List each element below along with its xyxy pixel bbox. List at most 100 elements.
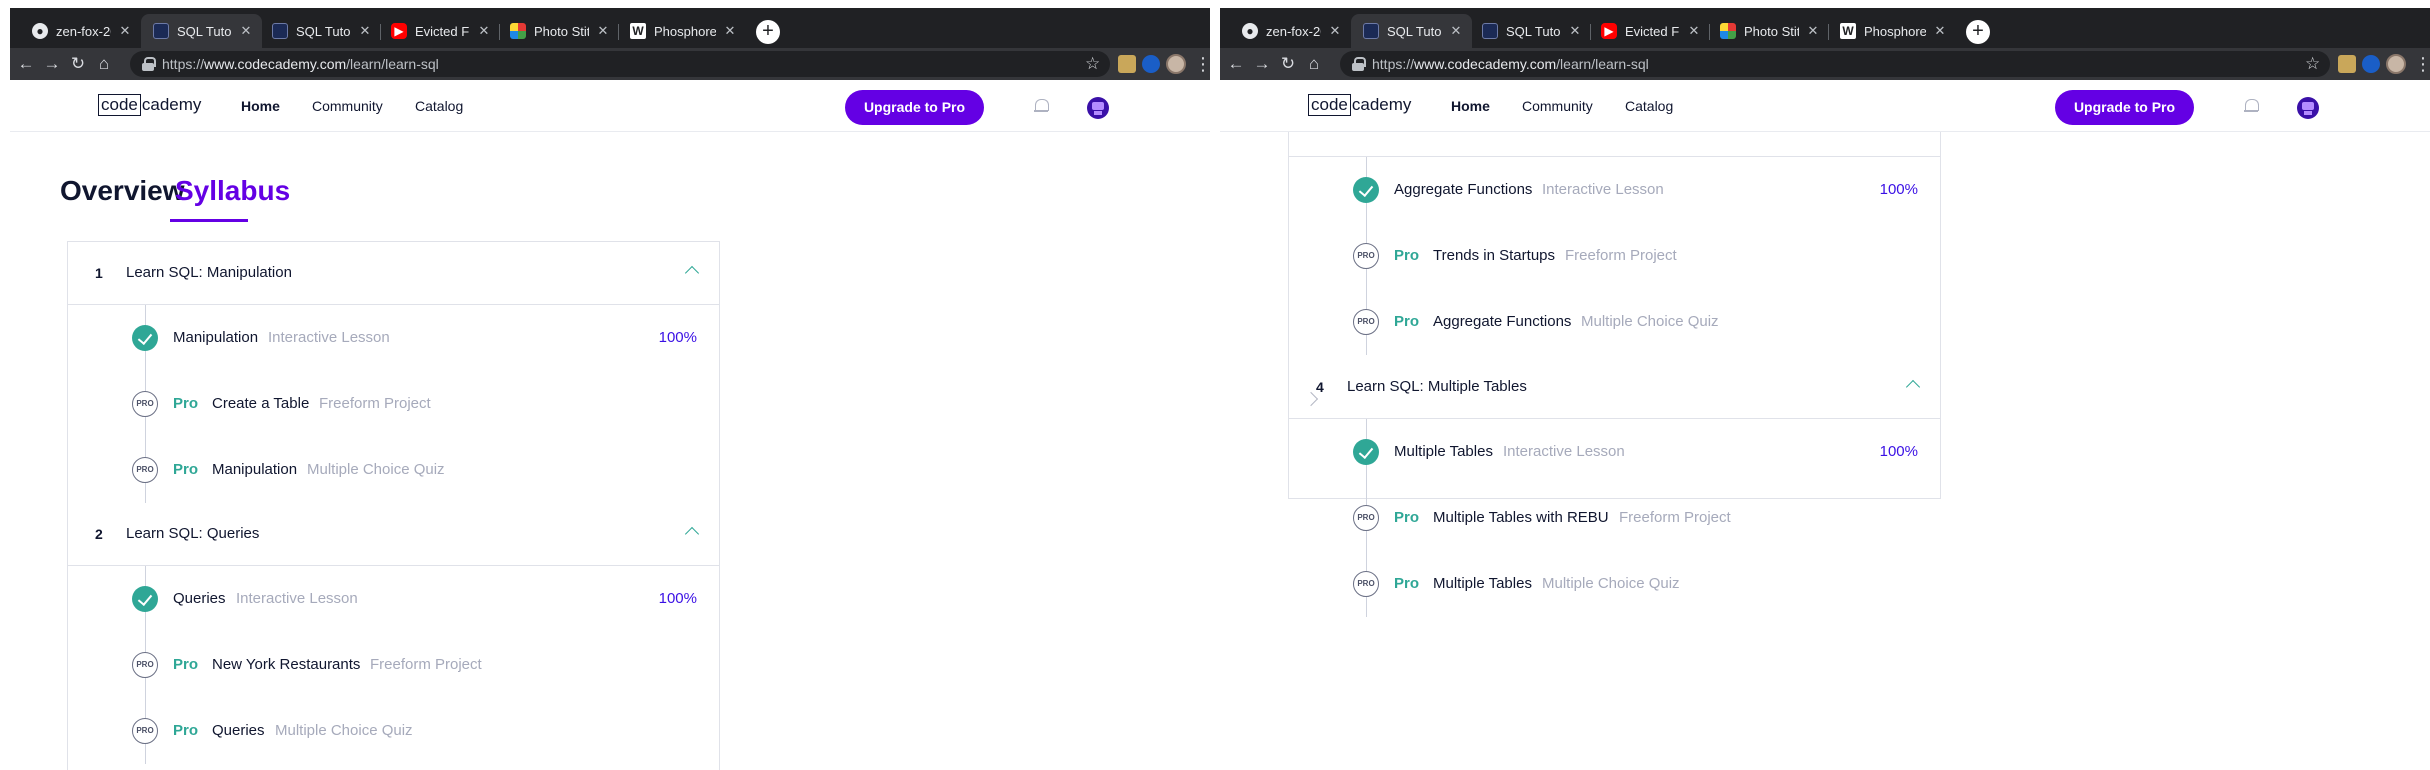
nav-catalog[interactable]: Catalog	[415, 98, 463, 114]
tab-title: Phosphorescent (band)	[654, 23, 716, 39]
address-bar[interactable]: https://www.codecademy.com/learn/learn-s…	[1340, 51, 2330, 77]
browser-tab[interactable]: SQL Tutorial: Learn SQL ✕	[1351, 14, 1472, 48]
chevron-up-icon[interactable]	[684, 526, 700, 542]
section-header[interactable]: 1 Learn SQL: Manipulation	[68, 242, 719, 305]
browser-menu-icon[interactable]: ⋮	[2414, 52, 2430, 76]
extension-icon[interactable]	[1118, 55, 1136, 73]
lesson-row[interactable]: Multiple Tables Interactive Lesson 100%	[1289, 419, 1940, 485]
section-header[interactable]: 4 Learn SQL: Multiple Tables	[1289, 356, 1940, 419]
tab-overview[interactable]: Overview	[60, 175, 185, 207]
home-icon[interactable]: ⌂	[1302, 52, 1326, 76]
lesson-type: Freeform Project	[319, 395, 431, 412]
close-tab-icon[interactable]: ✕	[1448, 23, 1464, 39]
extension-icon[interactable]	[2338, 55, 2356, 73]
browser-tab[interactable]: SQL Tutorial: Learn SQL ✕	[141, 14, 262, 48]
browser-tab[interactable]: Photo Stitching | Fotor ✕	[498, 14, 619, 48]
upgrade-to-pro-button[interactable]: Upgrade to Pro	[2055, 90, 2194, 125]
reload-icon[interactable]: ↻	[1276, 52, 1300, 76]
browser-tab[interactable]: ● zen-fox-2018/sql-code ✕	[20, 14, 141, 48]
new-tab-button[interactable]: +	[756, 20, 780, 44]
lesson-title[interactable]: Multiple Tables	[1394, 443, 1493, 460]
close-tab-icon[interactable]: ✕	[476, 23, 492, 39]
nav-catalog[interactable]: Catalog	[1625, 98, 1673, 114]
browser-tab[interactable]: W Phosphorescent (band) ✕	[1828, 14, 1956, 48]
nav-home[interactable]: Home	[241, 98, 280, 114]
logo-code: code	[1308, 94, 1351, 116]
nav-community[interactable]: Community	[1522, 98, 1593, 114]
tab-title: SQL Tutorial: Learn SQL	[296, 23, 351, 39]
address-bar[interactable]: https://www.codecademy.com/learn/learn-s…	[130, 51, 1110, 77]
lesson-title[interactable]: Manipulation	[212, 461, 297, 478]
browser-tab[interactable]: ▶ Evicted From My House ✕	[379, 14, 500, 48]
browser-menu-icon[interactable]: ⋮	[1194, 52, 1210, 76]
codecademy-logo[interactable]: code cademy	[1308, 94, 1411, 116]
section-title: Learn SQL: Queries	[126, 525, 260, 542]
notification-bell-icon[interactable]	[1034, 99, 1049, 114]
lesson-row[interactable]: PRO Pro Multiple Tables with REBU Freeform …	[1289, 485, 1940, 551]
bookmark-star-icon[interactable]: ☆	[2305, 52, 2320, 76]
close-tab-icon[interactable]: ✕	[595, 23, 611, 39]
forward-icon[interactable]: →	[40, 52, 64, 76]
close-tab-icon[interactable]: ✕	[238, 23, 254, 39]
lesson-row[interactable]: Aggregate Functions Interactive Lesson 100…	[1289, 157, 1940, 223]
close-tab-icon[interactable]: ✕	[357, 23, 373, 39]
notification-bell-icon[interactable]	[2244, 99, 2259, 114]
close-tab-icon[interactable]: ✕	[117, 23, 133, 39]
reload-icon[interactable]: ↻	[66, 52, 90, 76]
lesson-row[interactable]: PRO Pro Multiple Tables Multiple Choice Qui…	[1289, 551, 1940, 617]
lesson-row[interactable]: PRO Pro Aggregate Functions Multiple Choice…	[1289, 289, 1940, 355]
codecademy-logo[interactable]: code cademy	[98, 94, 201, 116]
lesson-title[interactable]: Trends in Startups	[1433, 247, 1555, 264]
lesson-title[interactable]: Manipulation	[173, 329, 258, 346]
user-avatar[interactable]	[2297, 97, 2319, 119]
lesson-row[interactable]: PRO Pro Create a Table Freeform Project	[68, 371, 719, 437]
profile-avatar-icon[interactable]	[2386, 54, 2406, 74]
nav-home[interactable]: Home	[1451, 98, 1490, 114]
back-icon[interactable]: ←	[1224, 52, 1248, 76]
browser-tab[interactable]: SQL Tutorial: Learn SQL ✕	[1470, 14, 1591, 48]
profile-avatar-icon[interactable]	[1166, 54, 1186, 74]
lesson-row[interactable]: Queries Interactive Lesson 100%	[68, 566, 719, 632]
wikipedia-icon: W	[1840, 23, 1856, 39]
lesson-row[interactable]: PRO Pro New York Restaurants Freeform Proje…	[68, 632, 719, 698]
lesson-type: Freeform Project	[1565, 247, 1677, 264]
browser-tab[interactable]: SQL Tutorial: Learn SQL ✕	[260, 14, 381, 48]
close-tab-icon[interactable]: ✕	[1686, 23, 1702, 39]
lesson-row[interactable]: Manipulation Interactive Lesson 100%	[68, 305, 719, 371]
user-avatar[interactable]	[1087, 97, 1109, 119]
browser-tab[interactable]: Photo Stitching | Fotor ✕	[1708, 14, 1829, 48]
close-tab-icon[interactable]: ✕	[722, 23, 738, 39]
close-tab-icon[interactable]: ✕	[1327, 23, 1343, 39]
lesson-title[interactable]: Aggregate Functions	[1433, 313, 1571, 330]
forward-icon[interactable]: →	[1250, 52, 1274, 76]
close-tab-icon[interactable]: ✕	[1932, 23, 1948, 39]
chevron-up-icon[interactable]	[684, 265, 700, 281]
lesson-title[interactable]: Create a Table	[212, 395, 309, 412]
browser-tab[interactable]: ● zen-fox-2018/sql-code ✕	[1230, 14, 1351, 48]
extension-icon[interactable]	[1142, 55, 1160, 73]
close-tab-icon[interactable]: ✕	[1805, 23, 1821, 39]
lesson-title[interactable]: Aggregate Functions	[1394, 181, 1532, 198]
lesson-row[interactable]: PRO Pro Queries Multiple Choice Quiz	[68, 698, 719, 764]
lesson-row[interactable]: PRO Pro Trends in Startups Freeform Project	[1289, 223, 1940, 289]
back-icon[interactable]: ←	[14, 52, 38, 76]
lesson-title[interactable]: Multiple Tables with REBU	[1433, 509, 1609, 526]
tab-syllabus[interactable]: Syllabus	[175, 175, 290, 207]
nav-community[interactable]: Community	[312, 98, 383, 114]
lesson-row[interactable]: PRO Pro Manipulation Multiple Choice Quiz	[68, 437, 719, 503]
home-icon[interactable]: ⌂	[92, 52, 116, 76]
chevron-up-icon[interactable]	[1905, 379, 1921, 395]
lesson-title[interactable]: Multiple Tables	[1433, 575, 1532, 592]
bookmark-star-icon[interactable]: ☆	[1085, 52, 1100, 76]
lesson-title[interactable]: Queries	[212, 722, 265, 739]
lesson-type: Multiple Choice Quiz	[307, 461, 445, 478]
lesson-title[interactable]: New York Restaurants	[212, 656, 360, 673]
upgrade-to-pro-button[interactable]: Upgrade to Pro	[845, 90, 984, 125]
section-header[interactable]: 2 Learn SQL: Queries	[68, 503, 719, 566]
browser-tab[interactable]: ▶ Evicted From My House ✕	[1589, 14, 1710, 48]
close-tab-icon[interactable]: ✕	[1567, 23, 1583, 39]
new-tab-button[interactable]: +	[1966, 20, 1990, 44]
extension-icon[interactable]	[2362, 55, 2380, 73]
lesson-title[interactable]: Queries	[173, 590, 226, 607]
browser-tab[interactable]: W Phosphorescent (band) ✕	[618, 14, 746, 48]
